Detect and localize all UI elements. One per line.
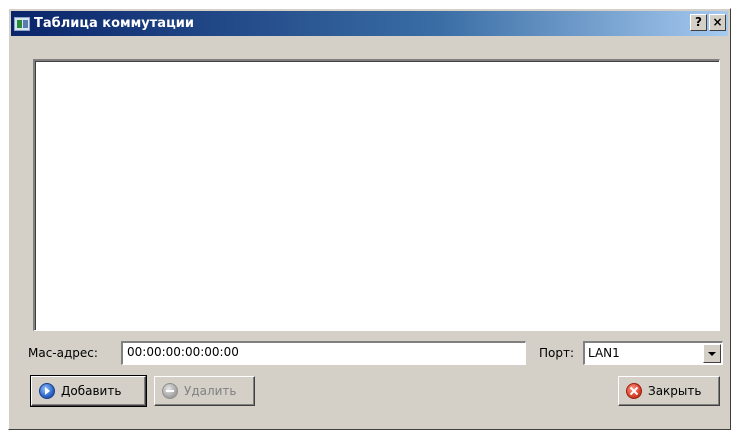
chevron-down-icon[interactable] bbox=[703, 344, 721, 363]
remove-icon bbox=[162, 383, 178, 399]
mac-address-input[interactable]: 00:00:00:00:00:00 bbox=[121, 341, 526, 365]
switching-table-dialog: Таблица коммутации ? × Mac-адрес: 00:00:… bbox=[8, 8, 731, 430]
title-bar[interactable]: Таблица коммутации ? × bbox=[11, 11, 728, 36]
entry-form: Mac-адрес: 00:00:00:00:00:00 Порт: LAN1 bbox=[28, 341, 728, 367]
close-circle-icon bbox=[626, 383, 642, 399]
close-button[interactable]: Закрыть bbox=[618, 376, 720, 406]
close-button-label: Закрыть bbox=[648, 384, 702, 398]
window-title: Таблица коммутации bbox=[34, 16, 194, 31]
port-selected-value: LAN1 bbox=[588, 346, 620, 360]
close-window-button[interactable]: × bbox=[709, 14, 726, 31]
add-button[interactable]: Добавить bbox=[30, 375, 147, 407]
network-table-icon bbox=[14, 16, 30, 31]
delete-button-label: Удалить bbox=[184, 384, 237, 398]
add-button-label: Добавить bbox=[61, 384, 122, 398]
switching-table-list[interactable] bbox=[33, 59, 720, 331]
port-select[interactable]: LAN1 bbox=[583, 341, 723, 365]
mac-address-label: Mac-адрес: bbox=[28, 346, 98, 360]
help-button[interactable]: ? bbox=[690, 14, 707, 31]
delete-button[interactable]: Удалить bbox=[154, 376, 255, 406]
port-label: Порт: bbox=[539, 346, 575, 360]
title-bar-buttons: ? × bbox=[690, 14, 726, 31]
add-arrow-icon bbox=[39, 383, 55, 399]
